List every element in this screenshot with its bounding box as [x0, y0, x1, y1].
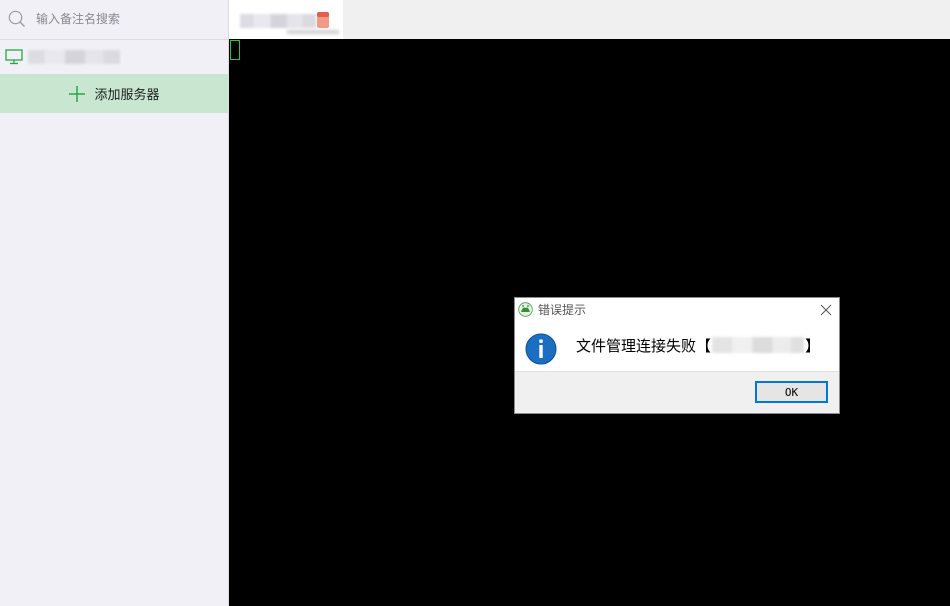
message-redacted — [712, 337, 805, 353]
search-input[interactable] — [36, 9, 216, 29]
dialog-footer: OK — [515, 371, 839, 413]
tab-icon — [317, 12, 329, 28]
tab-shadow — [287, 30, 339, 34]
info-icon — [525, 333, 557, 365]
session-tab[interactable] — [229, 0, 343, 39]
dialog-title: 错误提示 — [538, 303, 587, 317]
server-name-redacted — [28, 50, 120, 64]
search-bar — [0, 0, 228, 40]
app-icon — [518, 302, 533, 317]
message-text: 文件管理连接失败 — [576, 336, 697, 355]
server-list-item[interactable] — [0, 40, 228, 74]
ok-button[interactable]: OK — [755, 381, 828, 403]
monitor-icon — [5, 49, 23, 65]
search-icon — [8, 10, 25, 27]
tab-title-redacted — [240, 14, 316, 28]
close-icon[interactable] — [819, 303, 833, 317]
plus-icon — [69, 85, 86, 102]
dialog-message: 文件管理连接失败 【 】 — [576, 334, 820, 356]
sidebar: 添加服务器 — [0, 0, 229, 606]
tab-bar — [229, 0, 950, 39]
add-server-label: 添加服务器 — [94, 88, 160, 103]
add-server-button[interactable]: 添加服务器 — [0, 74, 228, 113]
dialog-titlebar: 错误提示 — [515, 298, 839, 322]
bracket-open: 【 — [696, 336, 712, 355]
terminal-cursor — [230, 40, 240, 60]
error-dialog: 错误提示 文件管理连接失败 【 】 OK — [514, 297, 840, 414]
bracket-close: 】 — [805, 336, 821, 355]
